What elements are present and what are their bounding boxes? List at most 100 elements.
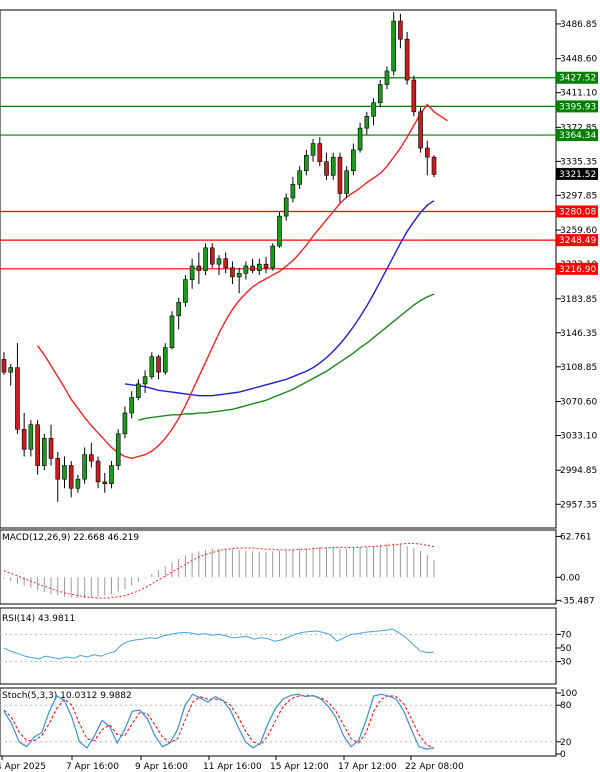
candle-body: [115, 433, 121, 466]
candle: [42, 433, 47, 471]
candle-body: [337, 156, 343, 194]
candle-body: [377, 84, 383, 104]
price-tick-label: 2994.85: [560, 466, 597, 476]
stoch-panel[interactable]: Stoch(5,3,3) 10.0312 9.9882: [0, 687, 557, 757]
candle-body: [156, 356, 161, 373]
candle-body: [418, 111, 423, 149]
candle-body: [42, 438, 47, 466]
candle: [411, 75, 417, 117]
candle-body: [28, 424, 34, 450]
trading-chart[interactable]: MACD(12,26,9) 22.668 46.219 RSI(14) 43.9…: [0, 0, 600, 772]
time-tick-label: 22 Apr 08:00: [405, 762, 464, 772]
candle-body: [357, 127, 363, 151]
candle-body: [122, 412, 128, 435]
candle-body: [209, 247, 215, 265]
stoch-title: Stoch(5,3,3) 10.0312 9.9882: [2, 691, 132, 701]
price-tick-label: 3033.10: [560, 432, 597, 442]
candle: [391, 12, 396, 76]
candle-body: [129, 397, 134, 414]
candle-body: [109, 465, 114, 485]
candle-body: [21, 428, 27, 450]
macd-tick-label: -35.487: [560, 596, 595, 606]
candle-body: [404, 38, 410, 81]
candle-body: [169, 315, 175, 348]
candle-body: [223, 258, 229, 269]
candle-body: [263, 263, 269, 269]
candle-body: [250, 265, 255, 271]
price-tick-label: 3448.60: [560, 55, 597, 65]
price-tick-label: 3411.10: [560, 89, 597, 99]
candle: [115, 429, 121, 471]
candle-body: [243, 265, 249, 274]
candle-body: [89, 454, 94, 462]
candle-body: [236, 272, 242, 278]
price-tick-label: 3108.85: [560, 363, 597, 373]
level-label: 3395.93: [559, 102, 596, 112]
level-label: 3427.52: [559, 74, 596, 84]
time-tick-label: 4 Apr 2025: [0, 762, 46, 772]
rsi-panel[interactable]: RSI(14) 43.9811: [0, 607, 557, 685]
candle-body: [398, 20, 403, 40]
price-tick-label: 3070.60: [560, 398, 597, 408]
macd-title: MACD(12,26,9) 22.668 46.219: [2, 533, 139, 543]
level-label: 3216.90: [559, 265, 596, 275]
candle-body: [136, 383, 141, 398]
macd-tick-label: 62.761: [560, 532, 592, 542]
candle-body: [68, 465, 74, 489]
stoch-tick-label: 80: [560, 701, 572, 711]
price-tick-label: 3183.85: [560, 295, 597, 305]
candle-body: [283, 197, 289, 217]
candle-body: [364, 116, 370, 129]
candle-body: [35, 424, 40, 466]
candle-body: [310, 143, 316, 156]
candle-body: [304, 155, 309, 172]
rsi-tick-label: 30: [560, 658, 572, 668]
candle: [162, 343, 168, 375]
time-tick-label: 11 Apr 16:00: [203, 762, 262, 772]
last-price: 3321.52: [556, 167, 598, 180]
candle-body: [431, 156, 437, 175]
candle-body: [142, 376, 148, 385]
candle-body: [277, 215, 282, 247]
price-tick-label: 3297.85: [560, 191, 597, 201]
candle-body: [317, 143, 323, 162]
candle-body: [162, 347, 168, 373]
candle: [344, 166, 349, 198]
price-tick-label: 3486.85: [560, 20, 597, 30]
candle-body: [203, 247, 208, 271]
candle-body: [371, 102, 376, 117]
candle-body: [324, 161, 329, 176]
candle: [169, 311, 175, 350]
candle: [404, 31, 410, 85]
candle-body: [230, 267, 235, 278]
price-tick-label: 3335.35: [560, 157, 597, 167]
candle: [431, 155, 437, 178]
macd-tick-label: 0.00: [560, 573, 580, 583]
level-label: 3364.34: [559, 131, 596, 141]
candle-body: [149, 356, 155, 377]
candle-body: [351, 149, 356, 172]
level-label: 3248.49: [559, 236, 596, 246]
time-tick-label: 17 Apr 12:00: [338, 762, 397, 772]
macd-panel[interactable]: MACD(12,26,9) 22.668 46.219: [0, 529, 557, 605]
stoch-tick-label: 100: [560, 689, 577, 699]
stoch-tick-label: 0: [560, 750, 566, 760]
candle-body: [216, 258, 222, 265]
time-tick-label: 15 Apr 12:00: [270, 762, 329, 772]
candle-body: [1, 359, 7, 373]
candle: [183, 275, 188, 307]
rsi-title: RSI(14) 43.9811: [2, 614, 75, 624]
candle-body: [8, 367, 14, 373]
candle: [277, 211, 282, 248]
candle-body: [257, 263, 262, 271]
candle-body: [62, 465, 67, 480]
price-tick-label: 3146.35: [560, 329, 597, 339]
level-label: 3280.08: [559, 207, 596, 217]
time-tick-label: 7 Apr 16:00: [66, 762, 119, 772]
candle-body: [82, 454, 87, 480]
candle-body: [189, 265, 195, 280]
last-price-label: 3321.52: [559, 170, 596, 180]
stoch-tick-label: 20: [560, 738, 572, 748]
rsi-tick-label: 70: [560, 630, 572, 640]
candle-body: [330, 156, 336, 176]
